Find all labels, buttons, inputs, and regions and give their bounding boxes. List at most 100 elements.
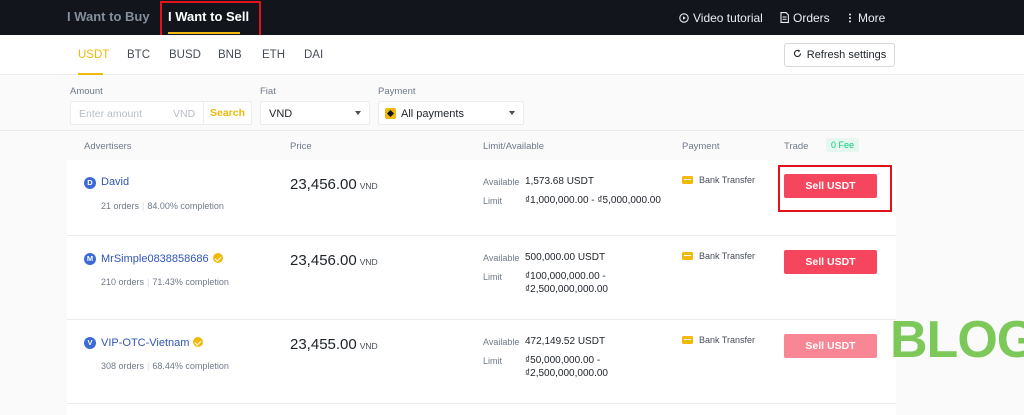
- table-row: D David 21 orders | 84.00% completion 23,4…: [67, 160, 896, 236]
- advertiser-name-label: VIP-OTC-Vietnam: [101, 337, 190, 349]
- limit-line-1: ₫100,000,000.00 -: [525, 271, 606, 282]
- payment-method: Bank Transfer: [682, 175, 755, 185]
- video-tutorial-label: Video tutorial: [693, 10, 763, 25]
- available-value: 472,149.52 USDT: [525, 336, 606, 347]
- payment-value: All payments: [401, 108, 464, 120]
- sell-usdt-button[interactable]: Sell USDT: [784, 250, 877, 274]
- price-value: 23,456.00: [290, 252, 357, 269]
- stats-divider: |: [142, 201, 145, 211]
- available-label: Available: [483, 177, 520, 187]
- header-price: Price: [290, 141, 312, 152]
- stats-divider: |: [147, 361, 150, 371]
- order-count: 21 orders: [101, 201, 140, 211]
- price-currency: VND: [359, 257, 378, 267]
- limit-value: ₫50,000,000.00 - ₫2,500,000,000.00: [525, 354, 608, 380]
- limit-line-2: ₫2,500,000,000.00: [525, 284, 608, 295]
- price: 23,455.00 VND: [290, 336, 378, 353]
- table-header: Advertisers Price Limit/Available Paymen…: [67, 132, 896, 160]
- advertiser-name[interactable]: MrSimple0838858686: [101, 252, 223, 265]
- advertiser-stats: 21 orders | 84.00% completion: [101, 201, 224, 211]
- verified-badge-icon: [212, 253, 223, 263]
- avatar: V: [84, 337, 96, 349]
- asset-tab-usdt[interactable]: USDT: [78, 49, 109, 61]
- payment-select[interactable]: All payments: [378, 101, 524, 125]
- orders-link[interactable]: Orders: [780, 0, 830, 35]
- completion-rate: 71.43% completion: [152, 277, 229, 287]
- payment-method: Bank Transfer: [682, 251, 755, 261]
- advertiser-name[interactable]: David: [101, 176, 129, 188]
- watermark-shade: [780, 330, 890, 360]
- refresh-settings-button[interactable]: Refresh settings: [784, 43, 895, 67]
- tab-i-want-to-buy[interactable]: I Want to Buy: [67, 0, 150, 35]
- completion-rate: 68.44% completion: [152, 361, 229, 371]
- filter-bar: Amount Enter amount VND Search Fiat VND …: [0, 76, 1024, 131]
- payment-method-icon: [385, 108, 396, 119]
- avatar: D: [84, 177, 96, 189]
- available-value: 1,573.68 USDT: [525, 176, 594, 187]
- fiat-value: VND: [269, 108, 293, 120]
- price: 23,456.00 VND: [290, 252, 378, 269]
- asset-tab-bnb[interactable]: BNB: [218, 49, 242, 61]
- price-currency: VND: [359, 181, 378, 191]
- asset-tabs-bar: USDT BTC BUSD BNB ETH DAI Refresh settin…: [0, 35, 1024, 75]
- available-label: Available: [483, 253, 520, 263]
- order-count: 210 orders: [101, 277, 145, 287]
- payment-method-label: Bank Transfer: [699, 175, 756, 185]
- stats-divider: |: [147, 277, 150, 287]
- amount-input[interactable]: Enter amount VND Search: [70, 101, 252, 125]
- header-payment: Payment: [682, 141, 720, 152]
- limit-line-1: ₫50,000,000.00 -: [525, 355, 601, 366]
- asset-tab-busd[interactable]: BUSD: [169, 49, 201, 61]
- asset-tab-dai[interactable]: DAI: [304, 49, 323, 61]
- asset-tab-btc[interactable]: BTC: [127, 49, 150, 61]
- highlight-frame-sell-button: [778, 165, 892, 212]
- available-label: Available: [483, 337, 520, 347]
- price-value: 23,456.00: [290, 176, 357, 193]
- payment-method-label: Bank Transfer: [699, 251, 756, 261]
- refresh-settings-label: Refresh settings: [806, 49, 887, 61]
- bank-card-icon: [682, 176, 693, 184]
- orders-label: Orders: [793, 10, 830, 25]
- order-count: 308 orders: [101, 361, 145, 371]
- asset-tab-underline: [78, 73, 103, 75]
- price-currency: VND: [359, 341, 378, 351]
- price-value: 23,455.00: [290, 336, 357, 353]
- highlight-frame-sell-tab: [160, 1, 261, 37]
- video-tutorial-link[interactable]: Video tutorial: [679, 0, 763, 35]
- avatar: M: [84, 253, 96, 265]
- more-menu[interactable]: More: [846, 0, 885, 35]
- fiat-select[interactable]: VND: [260, 101, 370, 125]
- bank-card-icon: [682, 252, 693, 260]
- limit-label: Limit: [483, 356, 503, 366]
- play-circle-icon: [679, 12, 689, 23]
- vertical-dots-icon: [846, 13, 854, 23]
- search-button[interactable]: Search: [203, 102, 251, 124]
- payment-label: Payment: [378, 86, 416, 97]
- header-limit-available: Limit/Available: [483, 141, 545, 152]
- available-value: 500,000.00 USDT: [525, 252, 606, 263]
- header-trade: Trade: [784, 141, 809, 152]
- bank-card-icon: [682, 336, 693, 344]
- refresh-icon: [793, 49, 802, 61]
- limit-line-2: ₫2,500,000,000.00: [525, 368, 608, 379]
- zero-fee-badge: 0 Fee: [826, 138, 860, 152]
- advertiser-stats: 308 orders | 68.44% completion: [101, 361, 229, 371]
- payment-method: Bank Transfer: [682, 335, 755, 345]
- verified-badge-icon: [193, 337, 204, 347]
- fiat-label: Fiat: [260, 86, 276, 97]
- document-icon: [780, 12, 789, 23]
- table-row: M MrSimple0838858686 210 orders | 71.43% c…: [67, 236, 896, 320]
- price: 23,456.00 VND: [290, 176, 378, 193]
- chevron-down-icon: [509, 111, 515, 115]
- limit-value: ₫1,000,000.00 - ₫5,000,000.00: [525, 194, 661, 207]
- advertiser-stats: 210 orders | 71.43% completion: [101, 277, 229, 287]
- blog-watermark: BLOG: [890, 311, 1024, 369]
- table-row: V VIP-OTC-Vietnam 308 orders | 68.44% comp…: [67, 320, 896, 404]
- limit-label: Limit: [483, 272, 503, 282]
- completion-rate: 84.00% completion: [147, 201, 224, 211]
- amount-placeholder: Enter amount: [79, 108, 143, 120]
- amount-currency: VND: [173, 108, 196, 120]
- advertiser-name[interactable]: VIP-OTC-Vietnam: [101, 336, 204, 349]
- chevron-down-icon: [355, 111, 361, 115]
- asset-tab-eth[interactable]: ETH: [262, 49, 285, 61]
